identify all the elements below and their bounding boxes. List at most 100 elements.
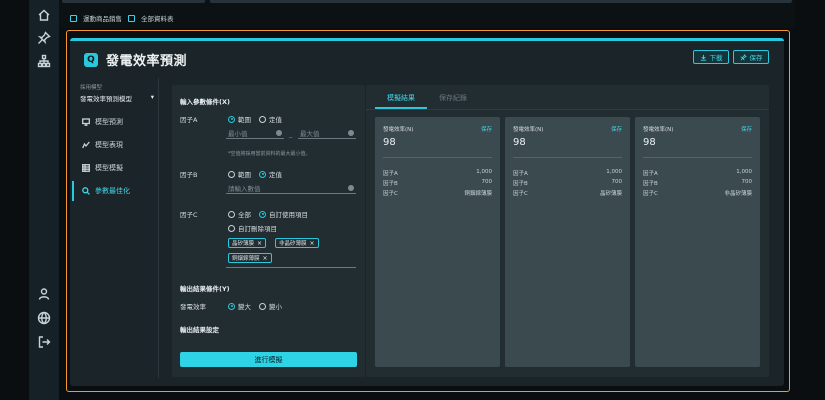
row-key: 因子C — [643, 191, 658, 197]
radio-label: 定值 — [269, 116, 282, 124]
result-save-link[interactable]: 保存 — [741, 125, 752, 133]
radio-selected-icon — [228, 302, 235, 310]
result-title: 發電效率(N) — [513, 127, 544, 133]
row-value: 700 — [611, 179, 623, 185]
side-menu: 採用模型 發電效率預測模型 ▾ 模型預測 模型表現 模型模擬 參數最佳化 — [72, 78, 158, 378]
factor-c-custom-remove-radio[interactable]: 自訂刪除項目 — [228, 223, 277, 233]
settings-heading: 輸出結果設定 — [180, 326, 219, 334]
chip-factor-c-3[interactable]: 銅銦鎵薄膜 × — [228, 253, 272, 263]
user-icon[interactable] — [37, 287, 51, 301]
menu-item-predict[interactable]: 模型預測 — [72, 112, 158, 132]
radio-label: 全部 — [238, 211, 251, 219]
search-icon — [82, 187, 90, 195]
factor-a-fixed-radio[interactable]: 定值 — [259, 114, 282, 124]
chevron-down-icon: ▾ — [150, 93, 154, 101]
input-placeholder: 請輸入數值 — [228, 184, 261, 193]
menu-item-performance[interactable]: 模型表現 — [72, 135, 158, 155]
tab-baseline — [366, 109, 769, 110]
factor-b-range-radio[interactable]: 範圍 — [228, 169, 251, 179]
menu-item-label: 模型預測 — [95, 118, 123, 126]
row-value: 700 — [741, 179, 753, 185]
output-max-radio[interactable]: 變大 — [228, 301, 251, 311]
close-icon[interactable]: × — [310, 240, 315, 247]
factor-b-fixed-radio[interactable]: 定值 — [259, 169, 282, 179]
monitor-icon — [82, 118, 90, 126]
chip-factor-c-1[interactable]: 晶矽薄膜 × — [228, 238, 267, 248]
result-row: 因子B 700 — [383, 179, 492, 187]
breadcrumb-item-1[interactable]: 運動商品銷售 — [83, 13, 122, 23]
result-value: 98 — [513, 137, 526, 148]
top-search-bar-2[interactable] — [210, 0, 792, 3]
row-key: 因子C — [513, 191, 528, 197]
save-button[interactable]: 保存 — [733, 50, 769, 64]
org-chart-icon[interactable] — [37, 54, 51, 68]
run-simulation-button[interactable]: 進行模擬 — [180, 352, 357, 367]
breadcrumb-item-2[interactable]: 全部資料表 — [141, 13, 174, 23]
range-dash: _ — [289, 130, 293, 138]
factor-a-label: 因子A — [180, 116, 198, 124]
result-row: 因子C 晶矽薄膜 — [513, 189, 622, 197]
result-row: 因子A 1,000 — [513, 169, 622, 177]
help-icon — [348, 184, 354, 191]
factor-c-custom-use-radio[interactable]: 自訂使用項目 — [259, 209, 308, 219]
result-row: 因子A 1,000 — [643, 169, 752, 177]
result-row: 因子C 銅銦鎵薄膜 — [383, 189, 492, 197]
pin-icon[interactable] — [37, 31, 51, 45]
menu-item-optimize[interactable]: 參數最佳化 — [72, 181, 158, 201]
chip-label: 銅銦鎵薄膜 — [232, 256, 260, 262]
result-title: 發電效率(N) — [383, 127, 414, 133]
output-min-radio[interactable]: 變小 — [259, 301, 282, 311]
model-select-value: 發電效率預測模型 — [80, 95, 132, 103]
radio-label: 自訂刪除項目 — [238, 225, 277, 233]
row-value: 1,000 — [476, 169, 492, 175]
menu-divider — [158, 78, 159, 378]
output-label: 發電效率 — [180, 303, 206, 311]
globe-icon[interactable] — [37, 311, 51, 325]
input-placeholder: 最大值 — [300, 129, 320, 138]
radio-label: 變小 — [269, 303, 282, 311]
factor-a-max-input[interactable]: 最大值 — [298, 127, 356, 139]
factor-a-hint: *空值將採用當前資料的最大最小值。 — [228, 151, 311, 157]
divider — [383, 157, 492, 158]
result-row: 因子B 700 — [643, 179, 752, 187]
top-search-bar[interactable] — [62, 0, 205, 3]
chart-icon — [82, 141, 90, 149]
home-icon[interactable] — [37, 8, 51, 22]
tab-saved-records[interactable]: 保存紀錄 — [439, 93, 467, 103]
radio-selected-icon — [259, 170, 266, 178]
chip-factor-c-2[interactable]: 非晶矽薄膜 × — [275, 238, 319, 248]
radio-label: 自訂使用項目 — [269, 211, 308, 219]
row-value: 非晶矽薄膜 — [724, 191, 752, 197]
page-title: Q 發電效率預測 — [84, 50, 187, 69]
factor-a-range-radio[interactable]: 範圍 — [228, 114, 251, 124]
pin-save-icon — [739, 53, 747, 61]
result-save-link[interactable]: 保存 — [481, 125, 492, 133]
row-value: 700 — [481, 179, 493, 185]
model-select[interactable]: 發電效率預測模型 ▾ — [80, 93, 154, 103]
logout-icon[interactable] — [37, 335, 51, 349]
menu-item-simulate[interactable]: 模型模擬 — [72, 158, 158, 178]
radio-label: 範圍 — [238, 171, 251, 179]
output-heading: 輸出結果條件(Y) — [180, 285, 230, 293]
close-icon[interactable]: × — [257, 240, 262, 247]
chip-label: 非晶矽薄膜 — [279, 241, 307, 247]
close-icon[interactable]: × — [263, 255, 268, 262]
row-key: 因子B — [513, 181, 528, 187]
chip-label: 晶矽薄膜 — [232, 241, 255, 247]
download-button[interactable]: 下載 — [693, 50, 729, 64]
divider — [643, 157, 752, 158]
radio-unselected-icon — [228, 210, 235, 218]
radio-label: 範圍 — [238, 116, 251, 124]
row-key: 因子C — [383, 191, 398, 197]
factor-c-all-radio[interactable]: 全部 — [228, 209, 251, 219]
input-placeholder: 最小值 — [228, 129, 248, 138]
factor-b-input[interactable]: 請輸入數值 — [226, 182, 356, 194]
row-key: 因子B — [383, 181, 398, 187]
tab-simulation-results[interactable]: 模擬結果 — [387, 93, 415, 103]
result-save-link[interactable]: 保存 — [611, 125, 622, 133]
row-value: 1,000 — [736, 169, 752, 175]
app-root: 運動商品銷售 全部資料表 Q 發電效率預測 下載 保存 採用模型 發電效率預測模… — [0, 0, 825, 400]
breadcrumb: 運動商品銷售 全部資料表 — [70, 12, 174, 24]
row-key: 因子A — [643, 171, 658, 177]
factor-a-min-input[interactable]: 最小值 — [226, 127, 284, 139]
